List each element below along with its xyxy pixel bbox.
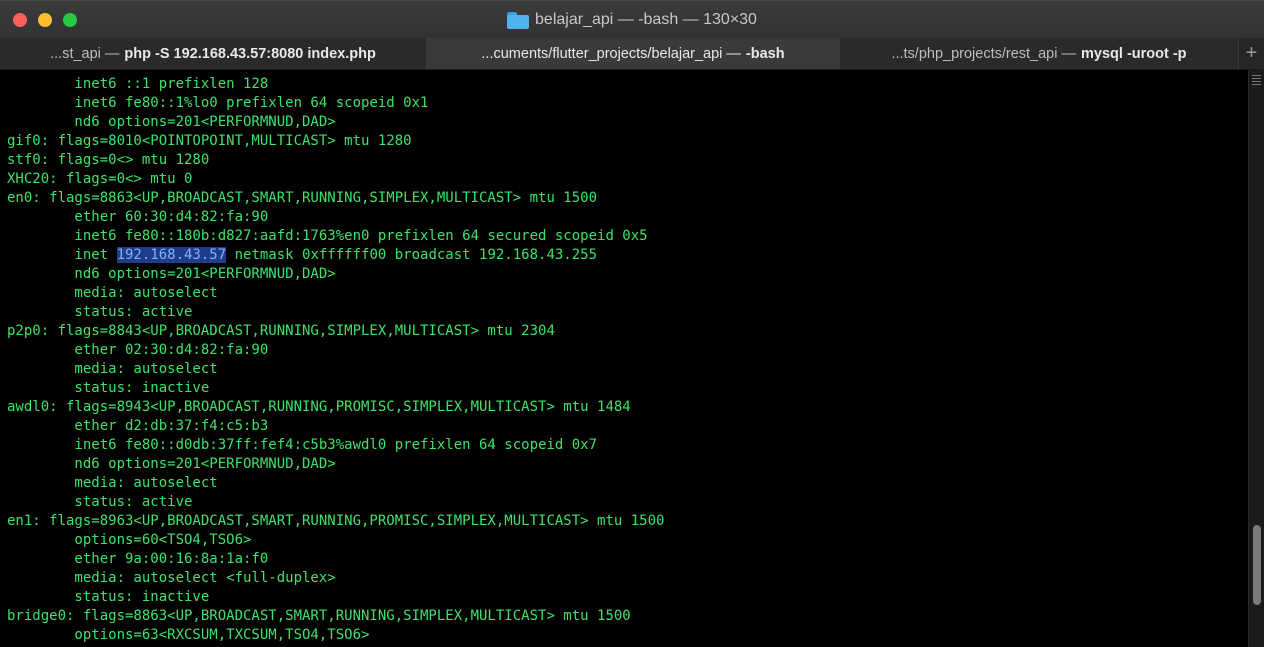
terminal-line: media: autoselect <box>7 361 218 377</box>
terminal-line: stf0: flags=0<> mtu 1280 <box>7 152 210 168</box>
selected-ip-address[interactable]: 192.168.43.57 <box>116 247 227 263</box>
terminal-line: status: active <box>7 494 193 510</box>
new-tab-button[interactable]: + <box>1239 38 1264 69</box>
terminal-line: status: inactive <box>7 380 210 396</box>
folder-icon <box>507 11 530 29</box>
tab-php-server[interactable]: ...st_api — php -S 192.168.43.57:8080 in… <box>0 38 427 69</box>
terminal-line: status: active <box>7 304 193 320</box>
window-title-area: belajar_api — -bash — 130×30 <box>0 1 1264 39</box>
tab-command: php -S 192.168.43.57:8080 index.php <box>124 45 376 62</box>
terminal-line: gif0: flags=8010<POINTOPOINT,MULTICAST> … <box>7 133 412 149</box>
terminal-line: media: autoselect <box>7 475 218 491</box>
terminal-line: inet6 fe80::d0db:37ff:fef4:c5b3%awdl0 pr… <box>7 437 598 453</box>
terminal-line: inet6 ::1 prefixlen 128 <box>7 76 269 92</box>
terminal-line: en1: flags=8963<UP,BROADCAST,SMART,RUNNI… <box>7 513 665 529</box>
terminal-line: inet6 fe80::180b:d827:aafd:1763%en0 pref… <box>7 228 648 244</box>
title-bar[interactable]: belajar_api — -bash — 130×30 <box>0 0 1264 38</box>
terminal-line: p2p0: flags=8843<UP,BROADCAST,RUNNING,SI… <box>7 323 555 339</box>
terminal-line: bridge0: flags=8863<UP,BROADCAST,SMART,R… <box>7 608 631 624</box>
tab-command: -bash <box>745 45 785 62</box>
window-title: belajar_api — -bash — 130×30 <box>535 11 757 28</box>
tab-mysql[interactable]: ...ts/php_projects/rest_api — mysql -uro… <box>840 38 1239 69</box>
inet-prefix: inet <box>7 247 117 263</box>
inet-suffix: netmask 0xffffff00 broadcast 192.168.43.… <box>226 247 598 263</box>
terminal-line: inet6 fe80::1%lo0 prefixlen 64 scopeid 0… <box>7 95 429 111</box>
terminal-line: options=60<TSO4,TSO6> <box>7 532 252 548</box>
scrollbar[interactable] <box>1248 70 1264 647</box>
terminal-window: belajar_api — -bash — 130×30 ...st_api —… <box>0 0 1264 647</box>
terminal-line: nd6 options=201<PERFORMNUD,DAD> <box>7 114 336 130</box>
tab-path: ...cuments/flutter_projects/belajar_api … <box>481 45 741 62</box>
terminal-line-inet: inet 192.168.43.57 netmask 0xffffff00 br… <box>7 246 597 265</box>
terminal-line: ether 02:30:d4:82:fa:90 <box>7 342 269 358</box>
scrollbar-thumb[interactable] <box>1253 525 1261 605</box>
terminal-line: media: autoselect <box>7 285 218 301</box>
tab-command: mysql -uroot -p <box>1081 45 1187 62</box>
tab-bash[interactable]: ...cuments/flutter_projects/belajar_api … <box>427 38 840 69</box>
terminal-line: nd6 options=201<PERFORMNUD,DAD> <box>7 456 336 472</box>
terminal-line: options=63<RXCSUM,TXCSUM,TSO4,TSO6> <box>7 627 370 643</box>
tab-path: ...ts/php_projects/rest_api — <box>891 45 1077 62</box>
terminal-line: ether 9a:00:16:8a:1a:f0 <box>7 551 269 567</box>
tab-path: ...st_api — <box>50 45 120 62</box>
terminal-line: ether d2:db:37:f4:c5:b3 <box>7 418 269 434</box>
terminal-line: nd6 options=201<PERFORMNUD,DAD> <box>7 266 336 282</box>
terminal-output[interactable]: inet6 ::1 prefixlen 128 inet6 fe80::1%lo… <box>0 70 1248 647</box>
terminal-line: en0: flags=8863<UP,BROADCAST,SMART,RUNNI… <box>7 190 598 206</box>
terminal-line: ether 60:30:d4:82:fa:90 <box>7 209 269 225</box>
terminal-line: awdl0: flags=8943<UP,BROADCAST,RUNNING,P… <box>7 399 631 415</box>
terminal-line: XHC20: flags=0<> mtu 0 <box>7 171 193 187</box>
terminal-line: media: autoselect <full-duplex> <box>7 570 336 586</box>
tab-bar: ...st_api — php -S 192.168.43.57:8080 in… <box>0 38 1264 70</box>
terminal-line: status: inactive <box>7 589 210 605</box>
split-pane-icon[interactable] <box>1252 75 1261 85</box>
